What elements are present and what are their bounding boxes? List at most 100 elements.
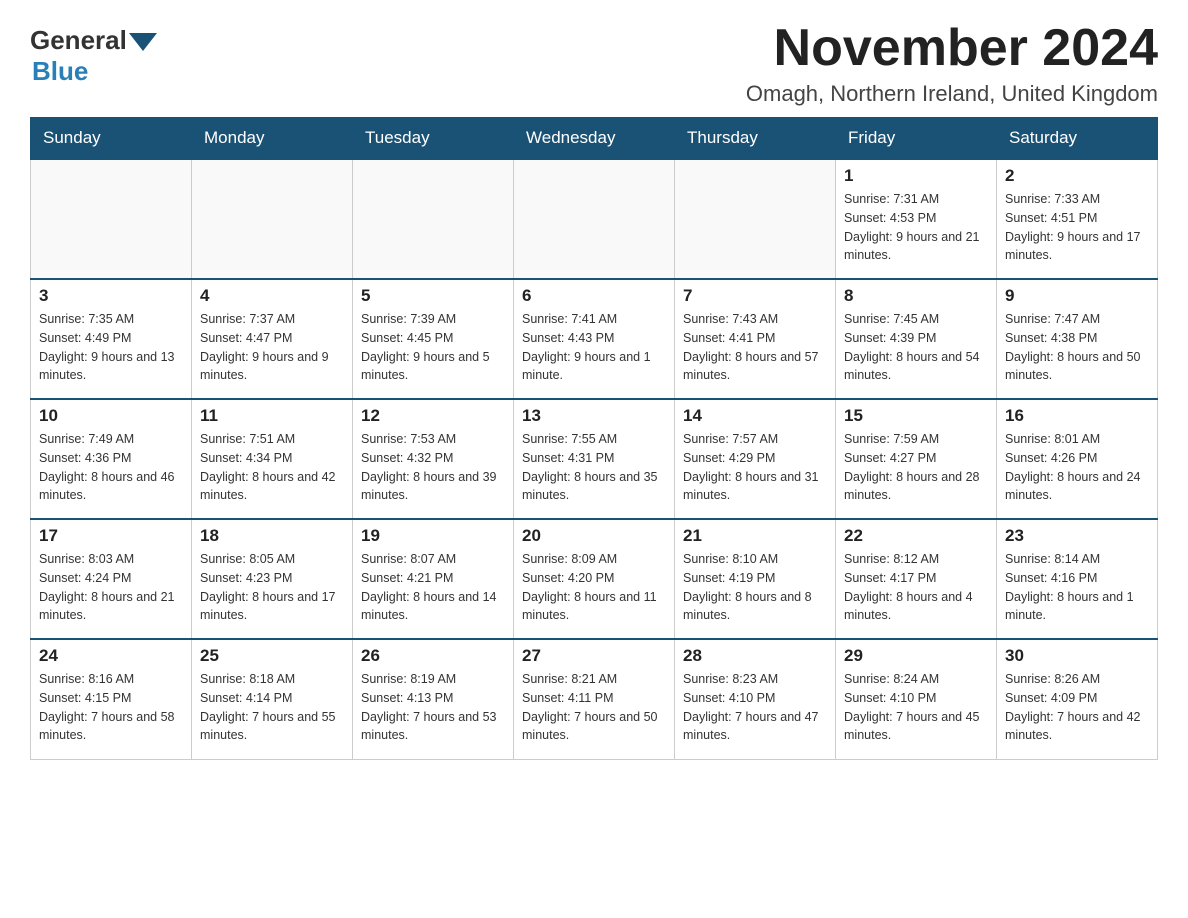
logo-general-text: General — [30, 25, 127, 56]
day-number: 23 — [1005, 526, 1149, 546]
day-info: Sunrise: 8:12 AMSunset: 4:17 PMDaylight:… — [844, 550, 988, 625]
day-number: 11 — [200, 406, 344, 426]
day-info: Sunrise: 8:18 AMSunset: 4:14 PMDaylight:… — [200, 670, 344, 745]
day-cell: 24 Sunrise: 8:16 AMSunset: 4:15 PMDayligh… — [31, 639, 192, 759]
day-cell: 14 Sunrise: 7:57 AMSunset: 4:29 PMDayligh… — [675, 399, 836, 519]
day-cell — [675, 159, 836, 279]
day-number: 27 — [522, 646, 666, 666]
day-number: 2 — [1005, 166, 1149, 186]
title-area: November 2024 Omagh, Northern Ireland, U… — [746, 20, 1158, 107]
logo-arrow-icon — [129, 33, 157, 51]
header-cell-monday: Monday — [192, 118, 353, 160]
day-info: Sunrise: 8:14 AMSunset: 4:16 PMDaylight:… — [1005, 550, 1149, 625]
day-cell: 2 Sunrise: 7:33 AMSunset: 4:51 PMDaylight… — [997, 159, 1158, 279]
day-info: Sunrise: 7:47 AMSunset: 4:38 PMDaylight:… — [1005, 310, 1149, 385]
header-cell-sunday: Sunday — [31, 118, 192, 160]
day-number: 5 — [361, 286, 505, 306]
day-info: Sunrise: 7:43 AMSunset: 4:41 PMDaylight:… — [683, 310, 827, 385]
day-cell — [31, 159, 192, 279]
day-number: 1 — [844, 166, 988, 186]
week-row-5: 24 Sunrise: 8:16 AMSunset: 4:15 PMDayligh… — [31, 639, 1158, 759]
day-info: Sunrise: 8:07 AMSunset: 4:21 PMDaylight:… — [361, 550, 505, 625]
day-cell: 11 Sunrise: 7:51 AMSunset: 4:34 PMDayligh… — [192, 399, 353, 519]
day-cell: 4 Sunrise: 7:37 AMSunset: 4:47 PMDaylight… — [192, 279, 353, 399]
day-info: Sunrise: 7:57 AMSunset: 4:29 PMDaylight:… — [683, 430, 827, 505]
day-number: 25 — [200, 646, 344, 666]
day-cell — [514, 159, 675, 279]
day-number: 29 — [844, 646, 988, 666]
day-info: Sunrise: 8:21 AMSunset: 4:11 PMDaylight:… — [522, 670, 666, 745]
day-cell: 13 Sunrise: 7:55 AMSunset: 4:31 PMDayligh… — [514, 399, 675, 519]
day-cell: 19 Sunrise: 8:07 AMSunset: 4:21 PMDayligh… — [353, 519, 514, 639]
day-cell: 16Sunrise: 8:01 AMSunset: 4:26 PMDayligh… — [997, 399, 1158, 519]
day-number: 7 — [683, 286, 827, 306]
day-info: Sunrise: 8:24 AMSunset: 4:10 PMDaylight:… — [844, 670, 988, 745]
day-info: Sunrise: 8:26 AMSunset: 4:09 PMDaylight:… — [1005, 670, 1149, 745]
day-info: Sunrise: 7:37 AMSunset: 4:47 PMDaylight:… — [200, 310, 344, 385]
day-number: 28 — [683, 646, 827, 666]
day-number: 4 — [200, 286, 344, 306]
day-number: 3 — [39, 286, 183, 306]
day-number: 14 — [683, 406, 827, 426]
day-info: Sunrise: 8:03 AMSunset: 4:24 PMDaylight:… — [39, 550, 183, 625]
week-row-2: 3 Sunrise: 7:35 AMSunset: 4:49 PMDaylight… — [31, 279, 1158, 399]
day-cell: 15Sunrise: 7:59 AMSunset: 4:27 PMDayligh… — [836, 399, 997, 519]
day-cell: 18Sunrise: 8:05 AMSunset: 4:23 PMDayligh… — [192, 519, 353, 639]
header-row: SundayMondayTuesdayWednesdayThursdayFrid… — [31, 118, 1158, 160]
day-cell — [353, 159, 514, 279]
location-title: Omagh, Northern Ireland, United Kingdom — [746, 81, 1158, 107]
logo-blue-part — [127, 31, 157, 51]
day-info: Sunrise: 7:35 AMSunset: 4:49 PMDaylight:… — [39, 310, 183, 385]
day-cell: 9 Sunrise: 7:47 AMSunset: 4:38 PMDaylight… — [997, 279, 1158, 399]
day-number: 10 — [39, 406, 183, 426]
day-info: Sunrise: 7:39 AMSunset: 4:45 PMDaylight:… — [361, 310, 505, 385]
day-cell: 30 Sunrise: 8:26 AMSunset: 4:09 PMDayligh… — [997, 639, 1158, 759]
day-cell: 3 Sunrise: 7:35 AMSunset: 4:49 PMDaylight… — [31, 279, 192, 399]
day-info: Sunrise: 7:49 AMSunset: 4:36 PMDaylight:… — [39, 430, 183, 505]
day-number: 30 — [1005, 646, 1149, 666]
day-cell: 7 Sunrise: 7:43 AMSunset: 4:41 PMDaylight… — [675, 279, 836, 399]
day-cell: 28 Sunrise: 8:23 AMSunset: 4:10 PMDayligh… — [675, 639, 836, 759]
logo-blue-text: Blue — [32, 56, 88, 87]
day-number: 24 — [39, 646, 183, 666]
day-info: Sunrise: 7:41 AMSunset: 4:43 PMDaylight:… — [522, 310, 666, 385]
calendar-table: SundayMondayTuesdayWednesdayThursdayFrid… — [30, 117, 1158, 760]
header-cell-friday: Friday — [836, 118, 997, 160]
month-title: November 2024 — [746, 20, 1158, 77]
day-cell — [192, 159, 353, 279]
day-info: Sunrise: 7:45 AMSunset: 4:39 PMDaylight:… — [844, 310, 988, 385]
day-number: 8 — [844, 286, 988, 306]
day-number: 13 — [522, 406, 666, 426]
day-info: Sunrise: 7:33 AMSunset: 4:51 PMDaylight:… — [1005, 190, 1149, 265]
header: General Blue November 2024 Omagh, Northe… — [30, 20, 1158, 107]
week-row-4: 17 Sunrise: 8:03 AMSunset: 4:24 PMDayligh… — [31, 519, 1158, 639]
day-info: Sunrise: 7:59 AMSunset: 4:27 PMDaylight:… — [844, 430, 988, 505]
day-cell: 20Sunrise: 8:09 AMSunset: 4:20 PMDayligh… — [514, 519, 675, 639]
day-info: Sunrise: 7:51 AMSunset: 4:34 PMDaylight:… — [200, 430, 344, 505]
header-cell-wednesday: Wednesday — [514, 118, 675, 160]
day-info: Sunrise: 7:55 AMSunset: 4:31 PMDaylight:… — [522, 430, 666, 505]
logo: General Blue — [30, 25, 157, 87]
day-cell: 1Sunrise: 7:31 AMSunset: 4:53 PMDaylight… — [836, 159, 997, 279]
day-info: Sunrise: 7:53 AMSunset: 4:32 PMDaylight:… — [361, 430, 505, 505]
day-number: 20 — [522, 526, 666, 546]
day-number: 19 — [361, 526, 505, 546]
day-cell: 27 Sunrise: 8:21 AMSunset: 4:11 PMDayligh… — [514, 639, 675, 759]
day-number: 22 — [844, 526, 988, 546]
header-cell-thursday: Thursday — [675, 118, 836, 160]
day-info: Sunrise: 8:16 AMSunset: 4:15 PMDaylight:… — [39, 670, 183, 745]
day-number: 6 — [522, 286, 666, 306]
header-cell-saturday: Saturday — [997, 118, 1158, 160]
day-number: 17 — [39, 526, 183, 546]
day-info: Sunrise: 8:19 AMSunset: 4:13 PMDaylight:… — [361, 670, 505, 745]
day-number: 12 — [361, 406, 505, 426]
day-cell: 8 Sunrise: 7:45 AMSunset: 4:39 PMDaylight… — [836, 279, 997, 399]
day-number: 26 — [361, 646, 505, 666]
day-cell: 12 Sunrise: 7:53 AMSunset: 4:32 PMDayligh… — [353, 399, 514, 519]
day-info: Sunrise: 8:23 AMSunset: 4:10 PMDaylight:… — [683, 670, 827, 745]
day-number: 18 — [200, 526, 344, 546]
day-number: 9 — [1005, 286, 1149, 306]
day-number: 16 — [1005, 406, 1149, 426]
day-cell: 10 Sunrise: 7:49 AMSunset: 4:36 PMDayligh… — [31, 399, 192, 519]
week-row-1: 1Sunrise: 7:31 AMSunset: 4:53 PMDaylight… — [31, 159, 1158, 279]
